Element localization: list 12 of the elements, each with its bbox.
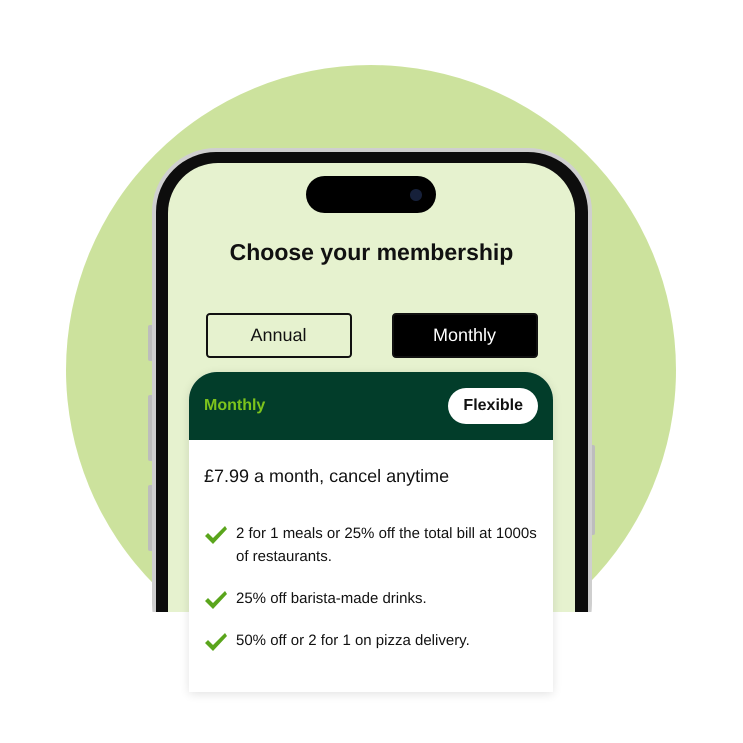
checkmark-icon <box>204 590 228 610</box>
benefit-text: 2 for 1 meals or 25% off the total bill at 1000s of restaurants. <box>236 524 538 567</box>
benefit-text: 50% off or 2 for 1 on pizza delivery. <box>236 631 470 651</box>
flexible-tag: Flexible <box>448 388 538 424</box>
plan-name: Monthly <box>204 397 266 415</box>
price-text: £7.99 a month, cancel anytime <box>204 465 450 488</box>
plan-toggle[interactable]: Monthly <box>392 313 538 358</box>
page-title: Choose your membership <box>228 238 514 267</box>
plan-toggle[interactable]: Annual <box>206 313 352 358</box>
checkmark-icon <box>204 525 228 545</box>
benefit-text: 25% off barista-made drinks. <box>236 589 427 609</box>
checkmark-icon <box>204 632 228 652</box>
